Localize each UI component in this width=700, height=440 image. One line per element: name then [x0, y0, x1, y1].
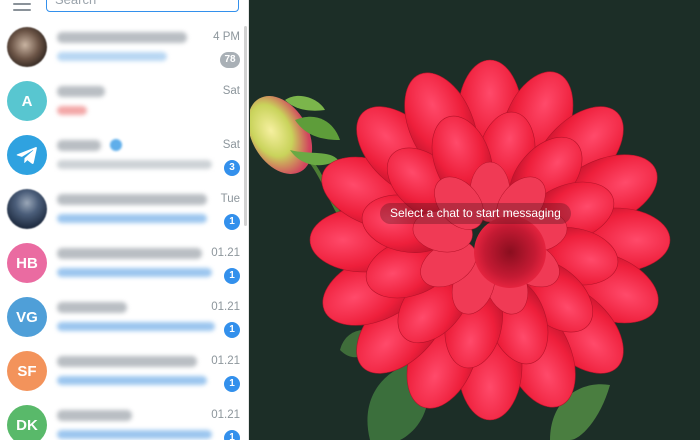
avatar: HB [7, 243, 47, 283]
unread-count-badge: 1 [224, 214, 240, 230]
chat-sidebar: 4 PM 78 A Sat Sat 3 [0, 0, 249, 440]
avatar: DK [7, 405, 47, 440]
chat-preview-redacted [57, 160, 215, 170]
chat-time: Sat [222, 139, 240, 151]
unread-count-badge: 3 [224, 160, 240, 176]
chat-list-scrollbar[interactable] [244, 26, 247, 226]
unread-count-badge: 1 [224, 268, 240, 284]
avatar [7, 27, 47, 67]
chat-title-redacted [57, 302, 192, 314]
unread-count-badge: 78 [220, 52, 240, 68]
chat-title-redacted [57, 410, 192, 422]
chat-title-redacted [57, 356, 197, 368]
chat-title-redacted [57, 194, 207, 206]
chat-list: 4 PM 78 A Sat Sat 3 Tue 1 HB 01.21 1 VG … [0, 20, 248, 440]
avatar: SF [7, 351, 47, 391]
chat-time: 01.21 [211, 409, 240, 421]
telegram-logo-icon [16, 147, 37, 164]
chat-preview-redacted [57, 322, 215, 332]
chat-item-5[interactable]: VG 01.21 1 [0, 290, 248, 344]
avatar: A [7, 81, 47, 121]
chat-time: 01.21 [211, 355, 240, 367]
chat-preview-redacted [57, 268, 215, 278]
chat-item-7[interactable]: DK 01.21 1 [0, 398, 248, 440]
search-input[interactable] [46, 0, 239, 12]
avatar: VG [7, 297, 47, 337]
chat-time: Tue [220, 193, 240, 205]
chat-time: 01.21 [211, 247, 240, 259]
chat-time: 4 PM [213, 31, 240, 43]
telegram-window: 4 PM 78 A Sat Sat 3 [0, 0, 700, 440]
chat-area: Select a chat to start messaging [250, 0, 700, 440]
chat-preview-redacted [57, 376, 215, 386]
avatar [7, 135, 47, 175]
chat-preview-redacted [57, 430, 215, 440]
chat-title-redacted [57, 140, 192, 152]
chat-preview-redacted [57, 106, 215, 116]
unread-count-badge: 1 [224, 322, 240, 338]
chat-item-4[interactable]: HB 01.21 1 [0, 236, 248, 290]
unread-count-badge: 1 [224, 430, 240, 440]
chat-time: 01.21 [211, 301, 240, 313]
hamburger-menu-icon[interactable] [13, 0, 31, 11]
chat-item-2[interactable]: Sat 3 [0, 128, 248, 182]
chat-item-1[interactable]: A Sat [0, 74, 248, 128]
chat-item-6[interactable]: SF 01.21 1 [0, 344, 248, 398]
unread-count-badge: 1 [224, 376, 240, 392]
chat-title-redacted [57, 86, 192, 98]
chat-preview-redacted [57, 214, 215, 224]
chat-time: Sat [222, 85, 240, 97]
select-chat-hint: Select a chat to start messaging [380, 203, 571, 224]
verified-icon [110, 139, 122, 151]
chat-preview-redacted [57, 52, 215, 62]
chat-title-redacted [57, 32, 192, 44]
chat-title-redacted [57, 248, 202, 260]
chat-item-3[interactable]: Tue 1 [0, 182, 248, 236]
chat-item-0[interactable]: 4 PM 78 [0, 20, 248, 74]
avatar [7, 189, 47, 229]
